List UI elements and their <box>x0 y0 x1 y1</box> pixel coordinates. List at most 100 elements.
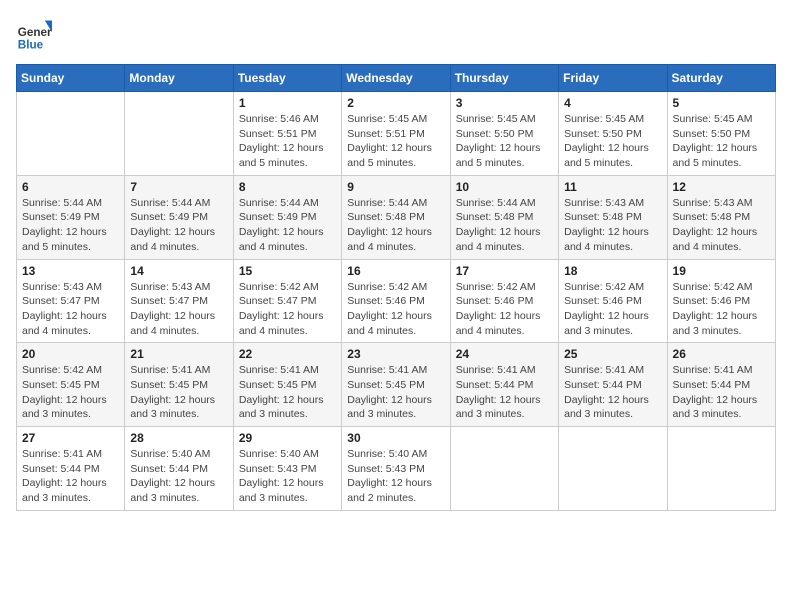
day-number: 7 <box>130 180 227 194</box>
calendar-day-cell: 8 Sunrise: 5:44 AMSunset: 5:49 PMDayligh… <box>233 175 341 259</box>
day-info: Sunrise: 5:41 AMSunset: 5:45 PMDaylight:… <box>347 363 444 422</box>
calendar-table: SundayMondayTuesdayWednesdayThursdayFrid… <box>16 64 776 511</box>
calendar-day-cell <box>17 92 125 176</box>
page-header: General Blue <box>16 16 776 52</box>
calendar-day-cell: 6 Sunrise: 5:44 AMSunset: 5:49 PMDayligh… <box>17 175 125 259</box>
day-info: Sunrise: 5:44 AMSunset: 5:49 PMDaylight:… <box>239 196 336 255</box>
weekday-header-cell: Friday <box>559 65 667 92</box>
calendar-day-cell: 23 Sunrise: 5:41 AMSunset: 5:45 PMDaylig… <box>342 343 450 427</box>
day-info: Sunrise: 5:45 AMSunset: 5:50 PMDaylight:… <box>673 112 770 171</box>
day-number: 12 <box>673 180 770 194</box>
day-number: 5 <box>673 96 770 110</box>
day-info: Sunrise: 5:43 AMSunset: 5:47 PMDaylight:… <box>22 280 119 339</box>
day-number: 22 <box>239 347 336 361</box>
day-info: Sunrise: 5:42 AMSunset: 5:47 PMDaylight:… <box>239 280 336 339</box>
day-info: Sunrise: 5:44 AMSunset: 5:49 PMDaylight:… <box>130 196 227 255</box>
day-info: Sunrise: 5:40 AMSunset: 5:44 PMDaylight:… <box>130 447 227 506</box>
day-info: Sunrise: 5:41 AMSunset: 5:45 PMDaylight:… <box>239 363 336 422</box>
weekday-header-cell: Monday <box>125 65 233 92</box>
day-number: 28 <box>130 431 227 445</box>
day-number: 23 <box>347 347 444 361</box>
day-info: Sunrise: 5:45 AMSunset: 5:50 PMDaylight:… <box>456 112 553 171</box>
weekday-header-cell: Saturday <box>667 65 775 92</box>
day-number: 30 <box>347 431 444 445</box>
day-info: Sunrise: 5:42 AMSunset: 5:46 PMDaylight:… <box>347 280 444 339</box>
calendar-day-cell: 30 Sunrise: 5:40 AMSunset: 5:43 PMDaylig… <box>342 427 450 511</box>
day-number: 20 <box>22 347 119 361</box>
calendar-day-cell: 7 Sunrise: 5:44 AMSunset: 5:49 PMDayligh… <box>125 175 233 259</box>
day-number: 13 <box>22 264 119 278</box>
calendar-day-cell: 19 Sunrise: 5:42 AMSunset: 5:46 PMDaylig… <box>667 259 775 343</box>
calendar-day-cell: 18 Sunrise: 5:42 AMSunset: 5:46 PMDaylig… <box>559 259 667 343</box>
day-number: 8 <box>239 180 336 194</box>
calendar-day-cell <box>667 427 775 511</box>
calendar-day-cell: 22 Sunrise: 5:41 AMSunset: 5:45 PMDaylig… <box>233 343 341 427</box>
calendar-day-cell: 3 Sunrise: 5:45 AMSunset: 5:50 PMDayligh… <box>450 92 558 176</box>
day-info: Sunrise: 5:42 AMSunset: 5:46 PMDaylight:… <box>673 280 770 339</box>
weekday-header-row: SundayMondayTuesdayWednesdayThursdayFrid… <box>17 65 776 92</box>
day-info: Sunrise: 5:41 AMSunset: 5:45 PMDaylight:… <box>130 363 227 422</box>
calendar-day-cell <box>450 427 558 511</box>
calendar-day-cell: 24 Sunrise: 5:41 AMSunset: 5:44 PMDaylig… <box>450 343 558 427</box>
logo-icon: General Blue <box>16 16 52 52</box>
calendar-week-row: 27 Sunrise: 5:41 AMSunset: 5:44 PMDaylig… <box>17 427 776 511</box>
day-number: 16 <box>347 264 444 278</box>
svg-text:Blue: Blue <box>18 38 44 51</box>
day-info: Sunrise: 5:42 AMSunset: 5:46 PMDaylight:… <box>564 280 661 339</box>
calendar-day-cell: 14 Sunrise: 5:43 AMSunset: 5:47 PMDaylig… <box>125 259 233 343</box>
day-number: 29 <box>239 431 336 445</box>
day-info: Sunrise: 5:41 AMSunset: 5:44 PMDaylight:… <box>564 363 661 422</box>
day-info: Sunrise: 5:41 AMSunset: 5:44 PMDaylight:… <box>673 363 770 422</box>
day-number: 24 <box>456 347 553 361</box>
day-info: Sunrise: 5:43 AMSunset: 5:47 PMDaylight:… <box>130 280 227 339</box>
calendar-day-cell: 10 Sunrise: 5:44 AMSunset: 5:48 PMDaylig… <box>450 175 558 259</box>
calendar-day-cell: 27 Sunrise: 5:41 AMSunset: 5:44 PMDaylig… <box>17 427 125 511</box>
day-info: Sunrise: 5:43 AMSunset: 5:48 PMDaylight:… <box>673 196 770 255</box>
calendar-week-row: 1 Sunrise: 5:46 AMSunset: 5:51 PMDayligh… <box>17 92 776 176</box>
calendar-day-cell: 11 Sunrise: 5:43 AMSunset: 5:48 PMDaylig… <box>559 175 667 259</box>
svg-text:General: General <box>18 26 52 39</box>
day-number: 14 <box>130 264 227 278</box>
day-number: 21 <box>130 347 227 361</box>
day-info: Sunrise: 5:44 AMSunset: 5:48 PMDaylight:… <box>456 196 553 255</box>
day-number: 25 <box>564 347 661 361</box>
calendar-day-cell: 15 Sunrise: 5:42 AMSunset: 5:47 PMDaylig… <box>233 259 341 343</box>
calendar-day-cell: 25 Sunrise: 5:41 AMSunset: 5:44 PMDaylig… <box>559 343 667 427</box>
calendar-week-row: 13 Sunrise: 5:43 AMSunset: 5:47 PMDaylig… <box>17 259 776 343</box>
calendar-day-cell <box>125 92 233 176</box>
day-number: 19 <box>673 264 770 278</box>
weekday-header-cell: Wednesday <box>342 65 450 92</box>
calendar-day-cell: 17 Sunrise: 5:42 AMSunset: 5:46 PMDaylig… <box>450 259 558 343</box>
calendar-day-cell: 4 Sunrise: 5:45 AMSunset: 5:50 PMDayligh… <box>559 92 667 176</box>
day-info: Sunrise: 5:41 AMSunset: 5:44 PMDaylight:… <box>456 363 553 422</box>
day-info: Sunrise: 5:46 AMSunset: 5:51 PMDaylight:… <box>239 112 336 171</box>
calendar-day-cell: 2 Sunrise: 5:45 AMSunset: 5:51 PMDayligh… <box>342 92 450 176</box>
day-info: Sunrise: 5:44 AMSunset: 5:48 PMDaylight:… <box>347 196 444 255</box>
day-number: 17 <box>456 264 553 278</box>
day-info: Sunrise: 5:45 AMSunset: 5:51 PMDaylight:… <box>347 112 444 171</box>
day-number: 10 <box>456 180 553 194</box>
logo: General Blue <box>16 16 56 52</box>
day-info: Sunrise: 5:44 AMSunset: 5:49 PMDaylight:… <box>22 196 119 255</box>
day-number: 18 <box>564 264 661 278</box>
calendar-body: 1 Sunrise: 5:46 AMSunset: 5:51 PMDayligh… <box>17 92 776 511</box>
day-info: Sunrise: 5:40 AMSunset: 5:43 PMDaylight:… <box>347 447 444 506</box>
day-number: 26 <box>673 347 770 361</box>
day-info: Sunrise: 5:41 AMSunset: 5:44 PMDaylight:… <box>22 447 119 506</box>
day-info: Sunrise: 5:40 AMSunset: 5:43 PMDaylight:… <box>239 447 336 506</box>
calendar-day-cell: 29 Sunrise: 5:40 AMSunset: 5:43 PMDaylig… <box>233 427 341 511</box>
weekday-header-cell: Sunday <box>17 65 125 92</box>
day-number: 9 <box>347 180 444 194</box>
day-info: Sunrise: 5:45 AMSunset: 5:50 PMDaylight:… <box>564 112 661 171</box>
calendar-day-cell: 16 Sunrise: 5:42 AMSunset: 5:46 PMDaylig… <box>342 259 450 343</box>
calendar-week-row: 20 Sunrise: 5:42 AMSunset: 5:45 PMDaylig… <box>17 343 776 427</box>
calendar-day-cell: 12 Sunrise: 5:43 AMSunset: 5:48 PMDaylig… <box>667 175 775 259</box>
day-info: Sunrise: 5:42 AMSunset: 5:46 PMDaylight:… <box>456 280 553 339</box>
day-number: 15 <box>239 264 336 278</box>
calendar-day-cell: 28 Sunrise: 5:40 AMSunset: 5:44 PMDaylig… <box>125 427 233 511</box>
calendar-day-cell: 9 Sunrise: 5:44 AMSunset: 5:48 PMDayligh… <box>342 175 450 259</box>
day-number: 1 <box>239 96 336 110</box>
calendar-day-cell <box>559 427 667 511</box>
day-info: Sunrise: 5:43 AMSunset: 5:48 PMDaylight:… <box>564 196 661 255</box>
day-number: 11 <box>564 180 661 194</box>
